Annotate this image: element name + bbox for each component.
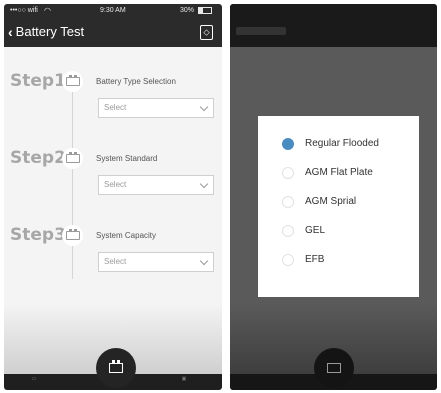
battery-type-dialog-screen: Regular Flooded AGM Flat Plate AGM Spria…	[230, 4, 437, 390]
battery-percent: 30%	[180, 7, 195, 14]
step-label: Step2	[10, 148, 66, 168]
battery-test-tab-button[interactable]	[96, 348, 136, 388]
carrier-signal: •••○○ wifi	[10, 7, 38, 14]
step-title: Battery Type Selection	[96, 77, 176, 86]
navigation-bar	[230, 18, 437, 47]
radio-icon[interactable]	[282, 225, 294, 237]
status-bar: •••○○ wifi ◠ 9:30 AM 30%	[4, 4, 222, 18]
screenshot-stage: •••○○ wifi ◠ 9:30 AM 30% ‹ Battery Test …	[0, 0, 441, 393]
battery-type-select[interactable]: Select	[98, 98, 214, 118]
radio-icon[interactable]	[282, 254, 294, 266]
chevron-left-icon: ‹	[8, 24, 13, 40]
radio-selected-icon[interactable]	[282, 138, 294, 150]
status-time: 9:30 AM	[100, 7, 126, 14]
select-placeholder: Select	[104, 103, 127, 112]
option-agm-sprial[interactable]: AGM Sprial	[258, 189, 419, 215]
battery-icon	[327, 363, 341, 373]
status-bar	[230, 4, 437, 18]
select-placeholder: Select	[104, 180, 127, 189]
step-label: Step1	[10, 71, 66, 91]
page-title: Battery Test	[15, 24, 85, 39]
navigation-bar: ‹ Battery Test ⬦	[4, 18, 222, 47]
battery-icon	[62, 148, 83, 169]
chevron-down-icon	[199, 102, 209, 112]
option-label: Regular Flooded	[305, 138, 379, 149]
battery-type-dialog: Regular Flooded AGM Flat Plate AGM Spria…	[258, 116, 419, 297]
system-standard-select[interactable]: Select	[98, 175, 214, 195]
option-label: EFB	[305, 254, 325, 265]
wifi-icon: ◠	[44, 6, 51, 15]
battery-icon	[62, 225, 83, 246]
radio-icon[interactable]	[282, 196, 294, 208]
steps-panel: Step1 Battery Type Selection Select Step…	[4, 47, 222, 347]
back-button[interactable]: ‹ Battery Test	[8, 24, 84, 40]
chevron-down-icon	[199, 256, 209, 266]
step-label: Step3	[10, 225, 66, 245]
option-label: AGM Flat Plate	[305, 167, 373, 178]
battery-test-screen: •••○○ wifi ◠ 9:30 AM 30% ‹ Battery Test …	[4, 4, 222, 390]
step-title: System Standard	[96, 154, 158, 163]
option-gel[interactable]: GEL	[258, 218, 419, 244]
option-label: AGM Sprial	[305, 196, 357, 207]
battery-test-tab-button[interactable]	[314, 348, 354, 388]
chevron-down-icon	[199, 179, 209, 189]
system-capacity-select[interactable]: Select	[98, 252, 214, 272]
battery-status-icon	[198, 7, 212, 14]
step-title: System Capacity	[96, 231, 157, 240]
tab-right[interactable]: ▣	[164, 376, 204, 388]
radio-icon[interactable]	[282, 167, 294, 179]
select-placeholder: Select	[104, 257, 127, 266]
bluetooth-icon[interactable]: ⬦	[200, 25, 213, 40]
option-label: GEL	[305, 225, 326, 236]
battery-icon	[109, 360, 123, 373]
option-efb[interactable]: EFB	[258, 247, 419, 273]
step-connector-line	[72, 83, 73, 279]
tab-left[interactable]: ▭	[14, 376, 54, 388]
option-regular-flooded[interactable]: Regular Flooded	[258, 131, 419, 157]
option-agm-flat-plate[interactable]: AGM Flat Plate	[258, 160, 419, 186]
battery-icon	[62, 71, 83, 92]
